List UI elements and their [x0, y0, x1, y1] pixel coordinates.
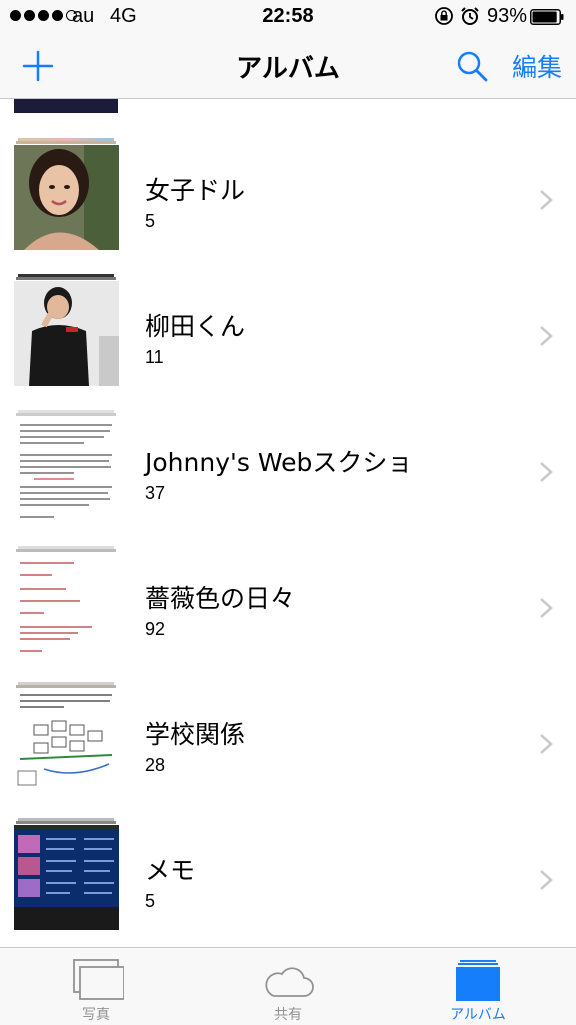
album-name: 女子ドル [145, 176, 246, 205]
stack-edge [16, 549, 116, 552]
album-name: 薔薇色の日々 [145, 584, 296, 613]
tab-label: 写真 [82, 1007, 110, 1023]
stack-edge [16, 413, 116, 416]
chevron-right-icon [540, 870, 553, 890]
chevron-right-icon [540, 190, 553, 210]
album-count: 37 [145, 483, 166, 503]
photos-icon [73, 959, 124, 1000]
tab-albums[interactable]: アルバム [418, 948, 538, 1025]
album-row[interactable]: 女子ドル 5 [0, 138, 576, 281]
battery-icon [530, 9, 564, 25]
stack-edge [16, 685, 116, 688]
tab-shared[interactable]: 共有 [228, 948, 348, 1025]
album-count: 11 [145, 347, 164, 367]
stack-edge [16, 141, 116, 144]
album-thumbnail-person-photo [14, 281, 119, 386]
alarm-icon [461, 7, 479, 25]
album-name: 学校関係 [145, 720, 246, 749]
chevron-right-icon [540, 326, 553, 346]
album-row[interactable]: 柳田くん 11 [0, 274, 576, 417]
chevron-right-icon [540, 734, 553, 754]
partial-album-thumbnail[interactable] [14, 99, 118, 113]
stack-edge [16, 277, 116, 280]
album-thumbnail-diagram-document [14, 689, 119, 794]
rotation-lock-icon [435, 7, 453, 25]
album-thumbnail-portrait-photo [14, 145, 119, 250]
tab-photos[interactable]: 写真 [36, 948, 156, 1025]
tab-label: アルバム [450, 1007, 506, 1023]
search-button[interactable] [454, 48, 490, 84]
album-count: 5 [145, 211, 156, 231]
stack-edge [16, 821, 116, 824]
album-count: 92 [145, 619, 166, 639]
navigation-bar: アルバム 編集 [0, 34, 576, 99]
battery-percent: 93% [487, 5, 528, 27]
album-thumbnail-text-screenshot [14, 417, 119, 522]
tab-bar: 写真 共有 アルバム [0, 947, 576, 1025]
album-thumbnail-text-note [14, 553, 119, 658]
tab-label: 共有 [274, 1007, 302, 1023]
status-bar: au 4G 22:58 93% [0, 0, 576, 34]
albums-icon [456, 960, 500, 1001]
album-count: 5 [145, 891, 156, 911]
album-list[interactable]: 女子ドル 5 柳田くん 11 Johnny's Webスクショ 37 薔薇色の日… [0, 99, 576, 947]
album-row[interactable]: メモ 5 [0, 818, 576, 947]
edit-button[interactable]: 編集 [512, 48, 562, 84]
album-row[interactable]: 薔薇色の日々 92 [0, 546, 576, 689]
album-count: 28 [145, 755, 166, 775]
chevron-right-icon [540, 462, 553, 482]
album-row[interactable]: Johnny's Webスクショ 37 [0, 410, 576, 553]
album-name: 柳田くん [145, 312, 246, 341]
album-thumbnail-tv-photo [14, 825, 119, 930]
cloud-icon [265, 967, 314, 997]
album-name: メモ [145, 856, 196, 885]
chevron-right-icon [540, 598, 553, 618]
album-row[interactable]: 学校関係 28 [0, 682, 576, 825]
album-name: Johnny's Webスクショ [145, 448, 413, 477]
